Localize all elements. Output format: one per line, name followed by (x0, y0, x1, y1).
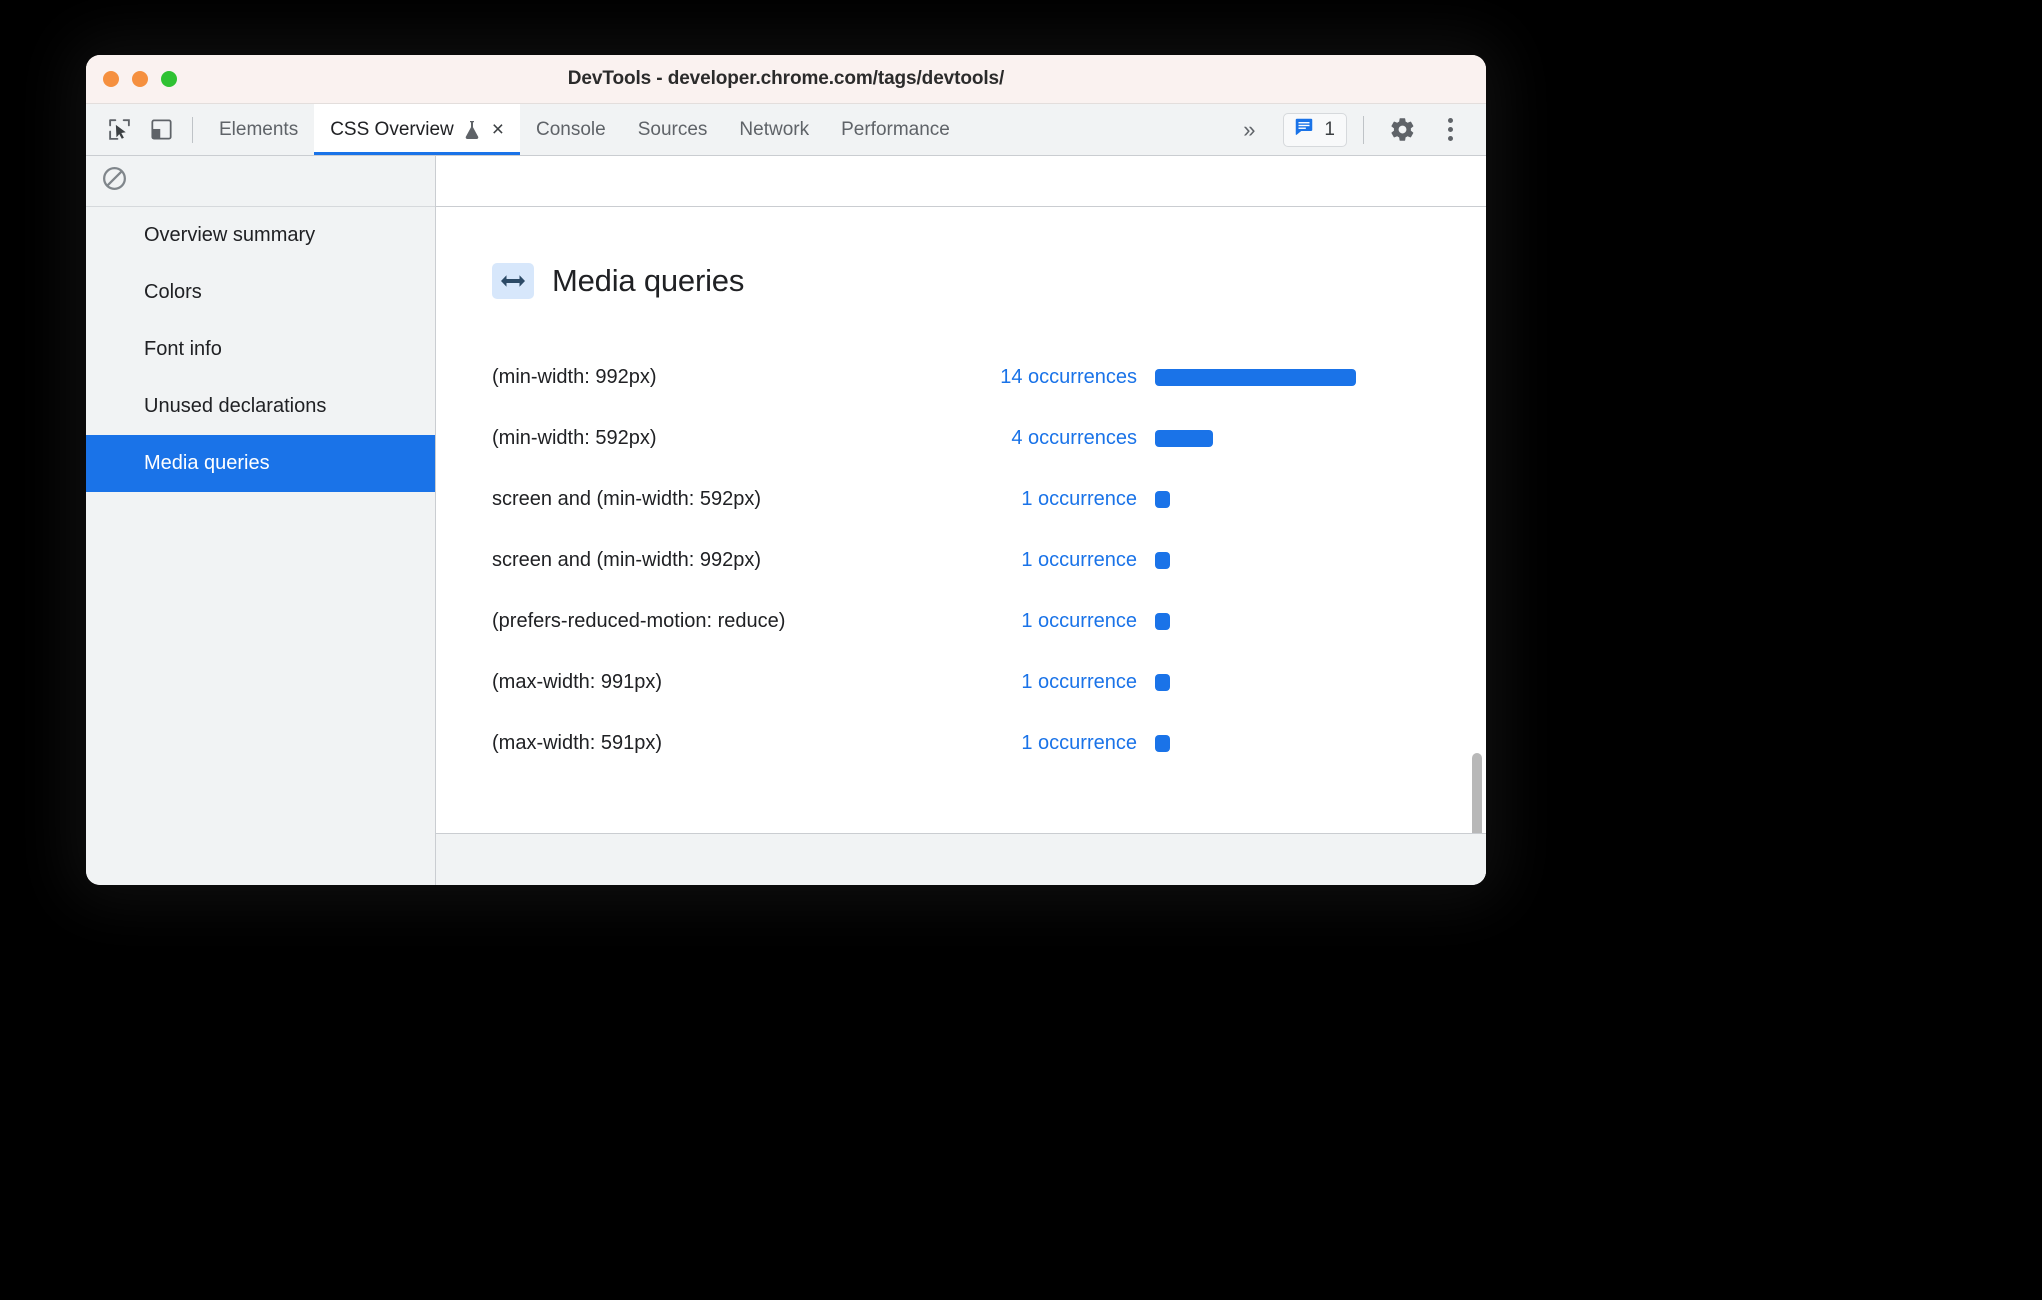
kebab-dots (1447, 118, 1453, 141)
tab-network[interactable]: Network (723, 104, 825, 155)
sidebar-item-label: Unused declarations (144, 395, 327, 417)
drawer-footer (436, 833, 1486, 885)
occurrence-bar (1155, 613, 1170, 630)
tab-label: Network (739, 118, 810, 140)
issues-badge[interactable]: 1 (1283, 112, 1347, 147)
sidebar-item-unused-declarations[interactable]: Unused declarations (86, 378, 435, 435)
no-entry-clear-icon[interactable] (101, 165, 128, 197)
table-row[interactable]: screen and (min-width: 592px) 1 occurren… (492, 469, 1486, 530)
occurrence-bar-wrapper (1137, 552, 1170, 569)
media-query-text: (min-width: 992px) (492, 366, 657, 388)
occurrence-bar-wrapper (1137, 491, 1170, 508)
vertical-scrollbar[interactable] (1468, 207, 1486, 833)
media-query-text: (min-width: 592px) (492, 427, 657, 449)
toolbar-right-group: » 1 (1225, 104, 1486, 155)
main-scroll-area[interactable]: Media queries (min-width: 992px) 14 occu… (436, 207, 1486, 833)
media-query-text: screen and (min-width: 992px) (492, 549, 762, 571)
tab-sources[interactable]: Sources (622, 104, 724, 155)
section-header: Media queries (492, 263, 1486, 299)
kebab-menu-icon[interactable] (1428, 110, 1472, 150)
left-right-arrow-icon (492, 263, 534, 299)
table-row[interactable]: (min-width: 592px) 4 occurrences (492, 408, 1486, 469)
table-row[interactable]: (min-width: 992px) 14 occurrences (492, 347, 1486, 408)
occurrence-bar (1155, 369, 1356, 386)
device-toolbar-icon[interactable] (140, 110, 182, 150)
occurrence-bar (1155, 735, 1170, 752)
sidebar-toolbar (86, 156, 435, 207)
occurrence-bar-wrapper (1137, 735, 1170, 752)
occurrence-bar-wrapper (1137, 430, 1213, 447)
main-topbar (436, 156, 1486, 207)
devtools-tabstrip: Elements CSS Overview × Console Sources … (86, 104, 1486, 156)
media-query-text: (max-width: 991px) (492, 671, 663, 693)
occurrence-count[interactable]: 1 occurrence (927, 488, 1137, 511)
sidebar-item-label: Media queries (144, 452, 270, 474)
css-overview-main-panel: Media queries (min-width: 992px) 14 occu… (436, 156, 1486, 885)
occurrence-bar-wrapper (1137, 369, 1356, 386)
screenshot-root: DevTools - developer.chrome.com/tags/dev… (0, 0, 2042, 1300)
inspect-cursor-icon[interactable] (98, 110, 140, 150)
gear-icon[interactable] (1380, 110, 1424, 150)
occurrence-count[interactable]: 1 occurrence (927, 671, 1137, 694)
sidebar-item-label: Colors (144, 281, 202, 303)
occurrence-count[interactable]: 14 occurrences (927, 366, 1137, 389)
occurrence-bar (1155, 491, 1170, 508)
devtools-window: DevTools - developer.chrome.com/tags/dev… (86, 55, 1486, 885)
table-row[interactable]: (max-width: 991px) 1 occurrence (492, 652, 1486, 713)
media-query-text: screen and (min-width: 592px) (492, 488, 762, 510)
tab-label: Console (536, 118, 606, 140)
tab-console[interactable]: Console (520, 104, 622, 155)
media-query-text: (prefers-reduced-motion: reduce) (492, 610, 786, 632)
scrollbar-thumb[interactable] (1472, 753, 1482, 833)
occurrence-count[interactable]: 1 occurrence (927, 610, 1137, 633)
sidebar-item-media-queries[interactable]: Media queries (86, 435, 435, 492)
more-tabs-icon[interactable]: » (1225, 110, 1271, 150)
window-title: DevTools - developer.chrome.com/tags/dev… (567, 68, 1005, 89)
media-queries-section: Media queries (min-width: 992px) 14 occu… (436, 207, 1486, 774)
occurrence-bar-wrapper (1137, 674, 1170, 691)
sidebar-item-label: Overview summary (144, 224, 316, 246)
sidebar-item-font-info[interactable]: Font info (86, 321, 435, 378)
issues-count: 1 (1324, 118, 1335, 140)
occurrence-bar (1155, 674, 1170, 691)
toolbar-right-divider (1363, 115, 1364, 144)
sidebar-item-label: Font info (144, 338, 222, 360)
tab-performance[interactable]: Performance (825, 104, 966, 155)
flask-icon (463, 120, 481, 140)
media-query-text: (max-width: 591px) (492, 732, 663, 754)
close-tab-icon[interactable]: × (492, 119, 504, 140)
tab-label: CSS Overview (330, 118, 454, 140)
tab-label: Sources (637, 118, 708, 140)
issues-message-icon (1293, 116, 1315, 143)
occurrence-bar (1155, 430, 1213, 447)
page-title: Media queries (552, 263, 745, 298)
table-row[interactable]: (prefers-reduced-motion: reduce) 1 occur… (492, 591, 1486, 652)
css-overview-sidebar: Overview summary Colors Font info Unused… (86, 156, 436, 885)
zoom-window-button[interactable] (161, 71, 177, 87)
occurrence-bar (1155, 552, 1170, 569)
table-row[interactable]: (max-width: 591px) 1 occurrence (492, 713, 1486, 774)
tab-label: Performance (841, 118, 950, 140)
occurrence-count[interactable]: 1 occurrence (927, 549, 1137, 572)
tab-label: Elements (219, 118, 299, 140)
occurrence-count[interactable]: 1 occurrence (927, 732, 1137, 755)
tab-elements[interactable]: Elements (203, 104, 314, 155)
window-controls (103, 71, 177, 87)
occurrence-bar-wrapper (1137, 613, 1170, 630)
panel-body: Overview summary Colors Font info Unused… (86, 156, 1486, 885)
sidebar-item-overview-summary[interactable]: Overview summary (86, 207, 435, 264)
occurrence-count[interactable]: 4 occurrences (927, 427, 1137, 450)
tab-css-overview[interactable]: CSS Overview × (314, 104, 520, 155)
close-window-button[interactable] (103, 71, 119, 87)
minimize-window-button[interactable] (132, 71, 148, 87)
sidebar-item-colors[interactable]: Colors (86, 264, 435, 321)
table-row[interactable]: screen and (min-width: 992px) 1 occurren… (492, 530, 1486, 591)
toolbar-divider (192, 116, 193, 143)
window-titlebar: DevTools - developer.chrome.com/tags/dev… (86, 55, 1486, 104)
